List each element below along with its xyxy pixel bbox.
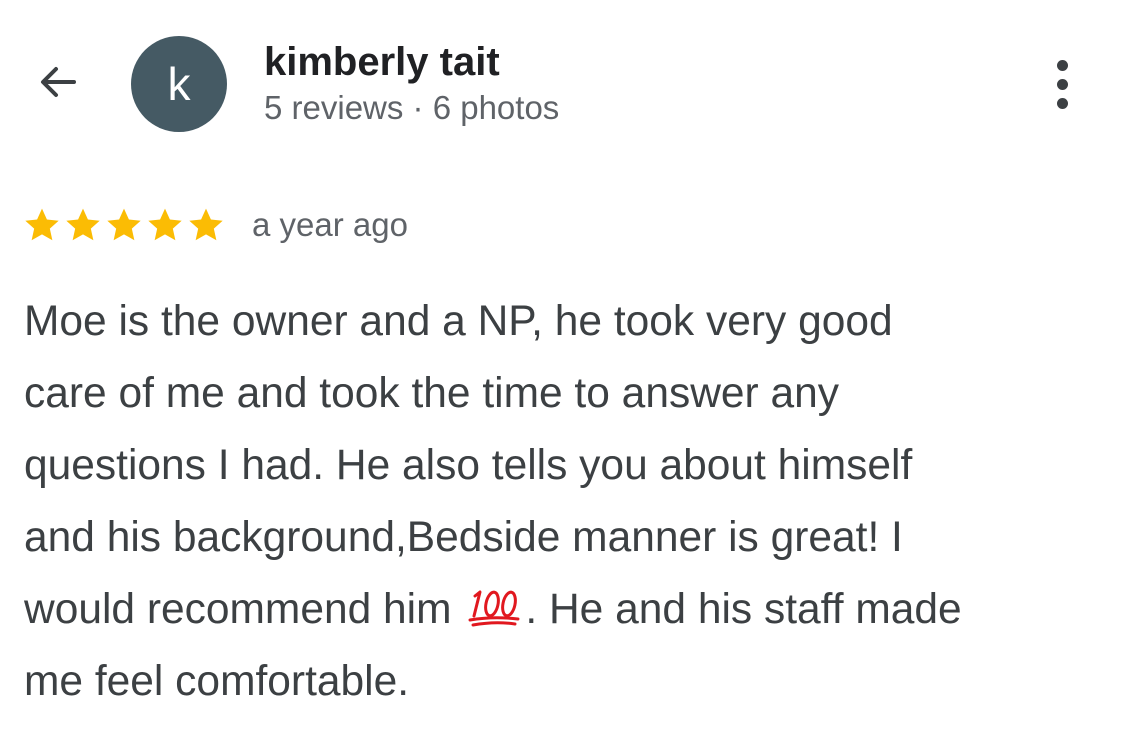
review-date: a year ago <box>252 206 408 243</box>
review-line: me feel comfortable. <box>24 658 410 705</box>
star-icon <box>107 208 141 241</box>
avatar[interactable]: k <box>131 36 227 132</box>
more-options-button[interactable] <box>1036 54 1088 114</box>
review-text: Moe is the owner and a NP, he took very … <box>24 286 1104 718</box>
avatar-initial: k <box>167 58 191 110</box>
star-icon <box>66 208 100 241</box>
reviewer-stats: 5 reviews · 6 photos <box>264 89 560 126</box>
star-icon <box>148 208 182 241</box>
review-line: care of me and took the time to answer a… <box>24 370 840 417</box>
star-rating <box>22 205 226 245</box>
star-icon <box>189 208 223 241</box>
review-line: would recommend him . He and his staff m… <box>24 574 1104 646</box>
review-line: questions I had. He also tells you about… <box>24 442 913 489</box>
star-icon <box>25 208 59 241</box>
rating-row: a year ago <box>22 202 408 248</box>
reviewer-name[interactable]: kimberly tait <box>264 38 500 86</box>
back-button[interactable] <box>28 54 88 114</box>
profile-header: k kimberly tait 5 reviews · 6 photos <box>0 0 1124 160</box>
review-line-segment: . He and his staff made <box>525 586 962 633</box>
more-vert-icon <box>1056 59 1068 71</box>
review-line-segment: would recommend him <box>24 586 452 633</box>
review-line: Moe is the owner and a NP, he took very … <box>24 298 893 345</box>
hundred-points-icon <box>465 578 523 650</box>
review-line: and his background,Bedside manner is gre… <box>24 514 903 561</box>
arrow-left-icon <box>34 58 82 111</box>
